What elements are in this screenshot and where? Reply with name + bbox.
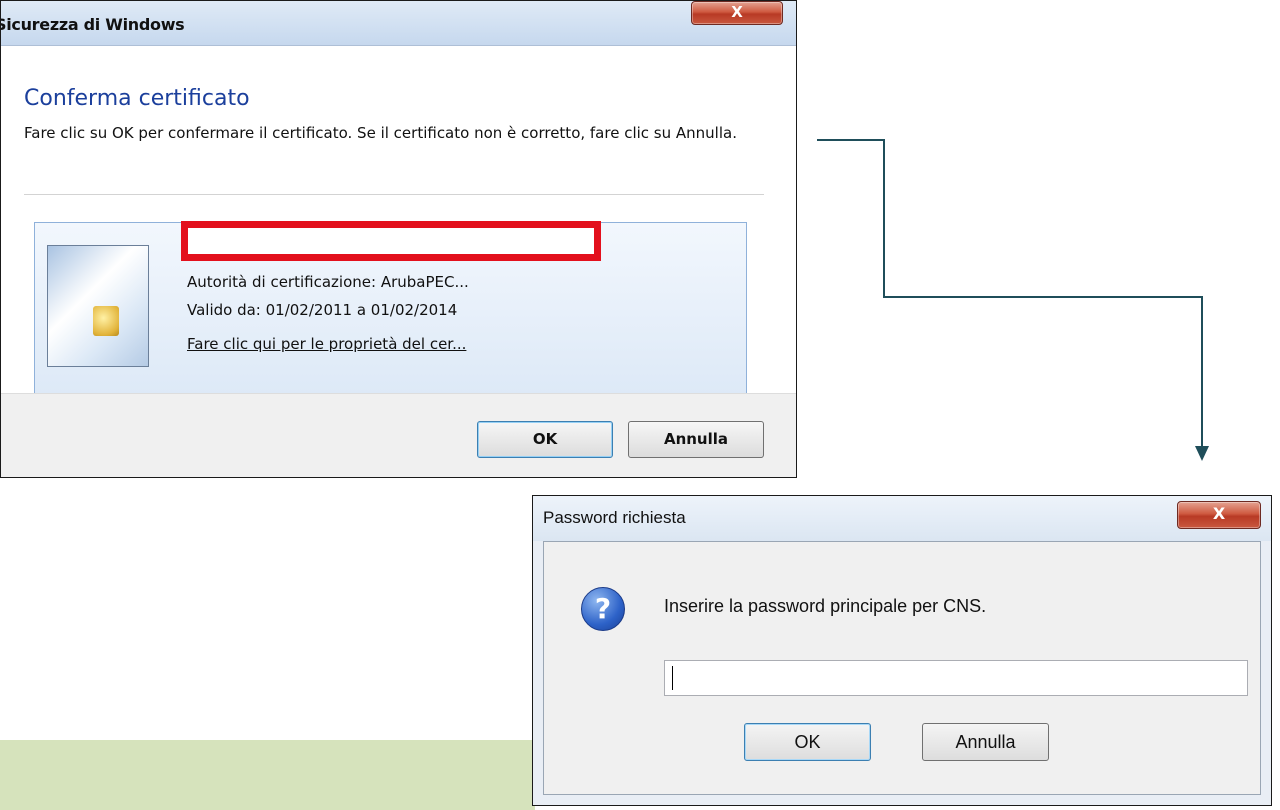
- password-dialog-titlebar[interactable]: Password richiesta X: [533, 496, 1271, 541]
- text-caret: [672, 666, 673, 690]
- cancel-button[interactable]: Annulla: [922, 723, 1049, 761]
- password-prompt: Inserire la password principale per CNS.: [664, 596, 987, 616]
- password-dialog-title: Password richiesta: [543, 508, 686, 527]
- password-dialog: Password richiesta X ? Inserire la passw…: [532, 495, 1272, 806]
- ok-button[interactable]: OK: [744, 723, 871, 761]
- close-icon: X: [1212, 504, 1226, 523]
- password-dialog-body: ? Inserire la password principale per CN…: [543, 541, 1261, 795]
- close-button[interactable]: X: [1177, 501, 1261, 529]
- question-icon: ?: [581, 587, 625, 631]
- password-input[interactable]: [664, 660, 1248, 696]
